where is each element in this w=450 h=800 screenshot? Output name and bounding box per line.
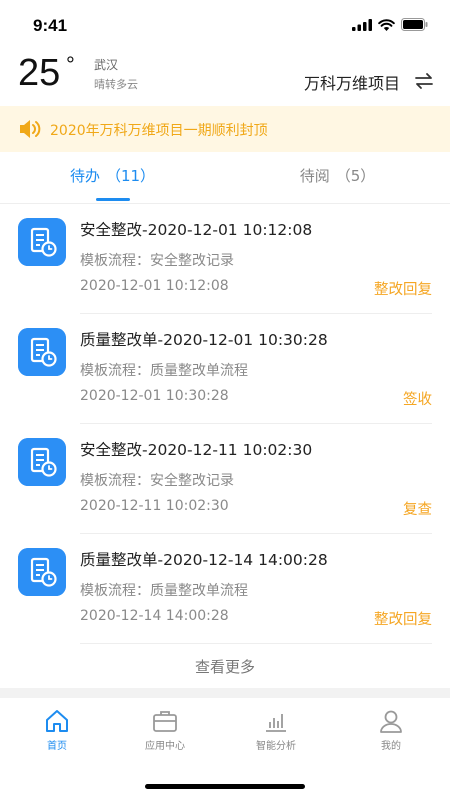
item-title: 质量整改单-2020-12-01 10:30:28	[80, 331, 328, 349]
home-icon	[46, 710, 68, 732]
divider	[80, 643, 432, 644]
item-subtitle: 模板流程：安全整改记录	[80, 253, 234, 269]
nav-home-label: 首页	[47, 741, 67, 752]
list-item[interactable]: 质量整改单-2020-12-14 14:00:28 模板流程：质量整改单流程 2…	[0, 534, 450, 644]
nav-app-center-label: 应用中心	[145, 741, 185, 752]
status-bar: 9:41	[0, 0, 450, 44]
status-time: 9:41	[33, 16, 68, 35]
item-title: 质量整改单-2020-12-14 14:00:28	[80, 551, 328, 569]
list-item[interactable]: 质量整改单-2020-12-01 10:30:28 模板流程：质量整改单流程 2…	[0, 314, 450, 424]
section-separator	[0, 688, 450, 698]
bottom-nav: 首页 应用中心 智能分析 我的	[0, 698, 450, 762]
speaker-icon	[20, 120, 41, 138]
bar-chart-icon	[266, 714, 286, 732]
item-subtitle: 模板流程：质量整改单流程	[80, 363, 248, 379]
tab-to-read-count: （5）	[335, 167, 376, 185]
item-title: 安全整改-2020-12-11 10:02:30	[80, 441, 313, 459]
tab-todo-label: 待办	[69, 167, 100, 185]
item-date: 2020-12-01 10:12:08	[80, 278, 229, 294]
item-subtitle: 模板流程：安全整改记录	[80, 473, 234, 489]
nav-mine-label: 我的	[381, 741, 401, 752]
signal-icon	[352, 18, 372, 31]
document-clock-icon	[18, 328, 66, 376]
task-list: 安全整改-2020-12-01 10:12:08 模板流程：安全整改记录 202…	[0, 204, 450, 644]
list-item[interactable]: 安全整改-2020-12-01 10:12:08 模板流程：安全整改记录 202…	[0, 204, 450, 314]
item-action-button[interactable]: 整改回复	[374, 608, 432, 629]
wifi-icon	[378, 18, 395, 31]
notice-bar[interactable]: 2020年万科万维项目一期顺利封顶	[0, 106, 450, 152]
document-clock-icon	[18, 218, 66, 266]
tab-to-read-label: 待阅	[299, 167, 330, 185]
temperature: 25	[18, 52, 61, 94]
tab-bar: 待办 （11） 待阅 （5）	[0, 152, 450, 204]
city-name: 武汉	[94, 58, 119, 72]
switch-arrows-icon[interactable]	[414, 72, 434, 90]
tab-todo[interactable]: 待办 （11）	[0, 152, 225, 204]
home-indicator	[145, 784, 305, 789]
nav-smart-analysis[interactable]: 智能分析	[220, 708, 332, 752]
tab-todo-count: （11）	[105, 167, 156, 185]
tab-to-read[interactable]: 待阅 （5）	[225, 152, 450, 204]
list-item[interactable]: 安全整改-2020-12-11 10:02:30 模板流程：安全整改记录 202…	[0, 424, 450, 534]
degree-symbol: °	[66, 52, 75, 77]
weather-text: 晴转多云	[94, 78, 138, 91]
user-icon	[380, 710, 402, 733]
item-action-button[interactable]: 签收	[403, 388, 432, 409]
status-icons	[352, 18, 428, 31]
nav-smart-analysis-label: 智能分析	[256, 741, 296, 752]
document-clock-icon	[18, 548, 66, 596]
active-tab-indicator	[96, 198, 130, 201]
item-action-button[interactable]: 整改回复	[374, 278, 432, 299]
item-date: 2020-12-11 10:02:30	[80, 498, 229, 514]
notice-text: 2020年万科万维项目一期顺利封顶	[50, 123, 268, 139]
see-more-button[interactable]: 查看更多	[0, 648, 450, 686]
item-subtitle: 模板流程：质量整改单流程	[80, 583, 248, 599]
battery-icon	[401, 18, 428, 31]
document-clock-icon	[18, 438, 66, 486]
item-action-button[interactable]: 复查	[403, 498, 432, 519]
item-date: 2020-12-14 14:00:28	[80, 608, 229, 624]
item-title: 安全整改-2020-12-01 10:12:08	[80, 221, 313, 239]
nav-app-center[interactable]: 应用中心	[109, 708, 221, 752]
header: 25 ° 武汉 晴转多云 万科万维项目	[0, 44, 450, 106]
briefcase-icon	[153, 711, 177, 732]
item-date: 2020-12-01 10:30:28	[80, 388, 229, 404]
nav-mine[interactable]: 我的	[335, 708, 447, 752]
project-name[interactable]: 万科万维项目	[304, 70, 400, 94]
nav-home[interactable]: 首页	[1, 708, 113, 752]
